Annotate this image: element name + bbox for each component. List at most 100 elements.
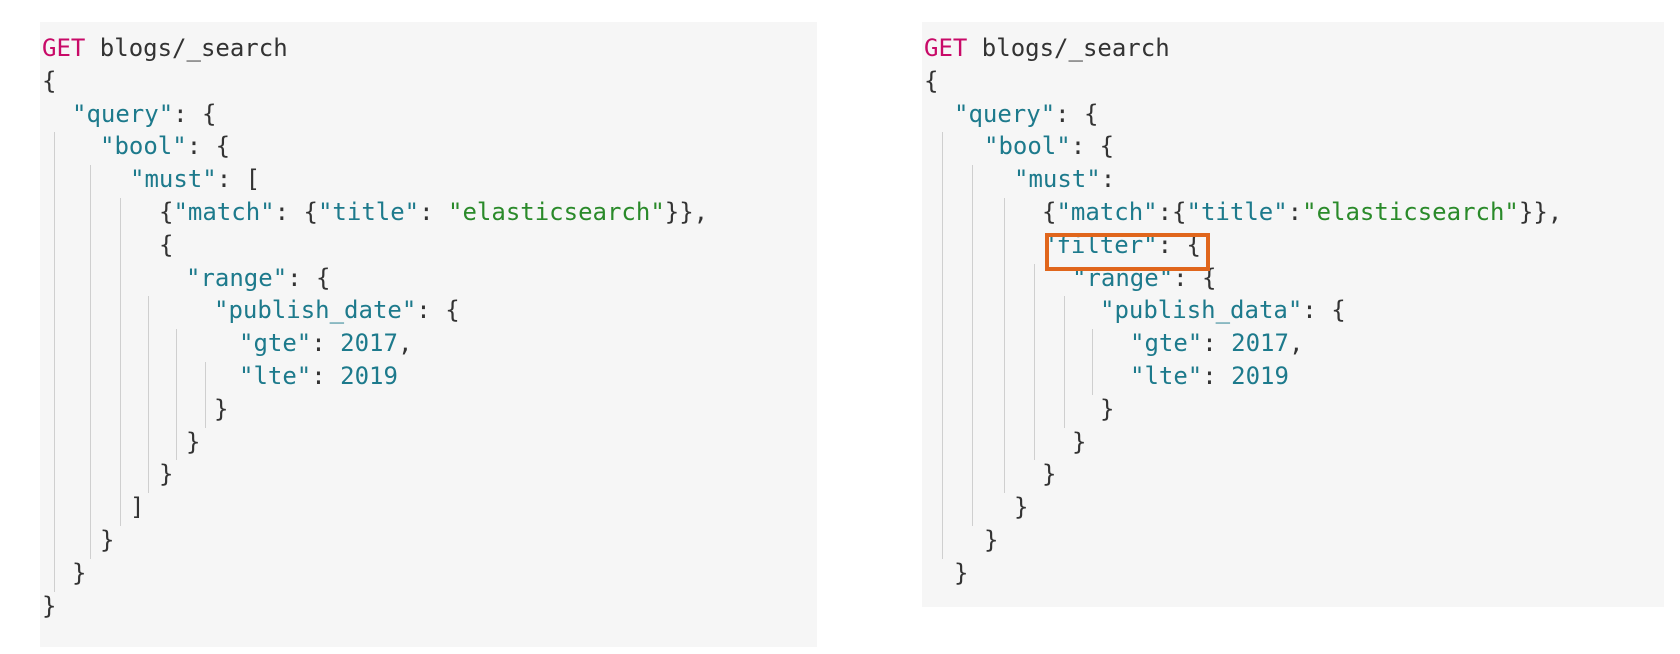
code-token: }: [100, 526, 115, 554]
code-line: GET blogs/_search: [42, 32, 288, 64]
code-token: :: [311, 329, 341, 358]
code-token: 2019: [340, 362, 398, 390]
code-token: "match": [173, 198, 275, 226]
code-line: {"match":{"title":"elasticsearch"}},: [1042, 196, 1562, 228]
code-token: :{: [1157, 198, 1187, 226]
indent-guide: [205, 362, 206, 428]
code-token: : [: [216, 165, 261, 194]
code-token: "must": [130, 165, 217, 194]
indent-guide: [1092, 329, 1093, 395]
code-line: {: [159, 229, 173, 261]
code-token: }: [984, 526, 999, 554]
code-token: "title": [317, 198, 420, 226]
code-token: :: [1100, 165, 1116, 194]
code-token: "query": [72, 99, 174, 128]
code-token: : {: [173, 99, 217, 128]
code-line: }: [214, 393, 228, 425]
code-token: :: [1202, 362, 1232, 390]
indent-guide: [120, 198, 121, 526]
code-token: "bool": [100, 132, 187, 161]
code-token: {: [42, 66, 57, 95]
code-token: "query": [954, 99, 1056, 128]
code-token: : {: [1055, 99, 1099, 128]
code-line: "must":: [1014, 163, 1115, 195]
code-token: }: [954, 558, 969, 587]
code-token: "elasticsearch": [1302, 198, 1519, 226]
code-line: }: [954, 557, 968, 589]
indent-guide: [972, 165, 973, 526]
code-token: }: [42, 591, 57, 620]
code-token: : {: [186, 132, 231, 161]
code-line: GET blogs/_search: [924, 32, 1170, 64]
code-token: : {: [416, 296, 460, 325]
code-token: "gte": [239, 329, 312, 358]
code-token: }: [214, 394, 229, 423]
code-token: blogs/_search: [967, 34, 1170, 62]
code-token: }: [159, 460, 174, 489]
code-line: }: [984, 524, 998, 556]
query-panel-filter: GET blogs/_search{"query": {"bool": {"mu…: [922, 22, 1664, 607]
code-token: "lte": [239, 362, 312, 390]
code-token: "bool": [984, 132, 1071, 161]
indent-guide: [942, 132, 943, 559]
code-token: }: [1100, 394, 1115, 423]
code-line: }: [186, 426, 200, 458]
code-line: }: [72, 557, 86, 589]
code-line: {: [924, 65, 938, 97]
code-token: "must": [1014, 165, 1101, 194]
code-token: "publish_data": [1100, 296, 1303, 325]
code-token: :: [1287, 198, 1303, 226]
code-token: }: [72, 558, 87, 587]
code-token: "gte": [1130, 329, 1203, 358]
code-token: : {: [1070, 132, 1115, 161]
code-token: :: [419, 198, 449, 226]
code-token: :: [1202, 329, 1232, 358]
code-line: "lte": 2019: [1130, 360, 1289, 392]
code-token: 2017: [340, 329, 398, 358]
code-token: : {: [1302, 296, 1346, 325]
code-line: "gte": 2017,: [239, 327, 412, 359]
code-token: }},: [664, 198, 709, 226]
code-token: blogs/_search: [85, 34, 288, 62]
code-line: }: [159, 458, 173, 490]
indent-guide: [90, 165, 91, 559]
query-panel-original: GET blogs/_search{"query": {"bool": {"mu…: [40, 22, 817, 647]
code-line: "bool": {: [984, 130, 1114, 162]
code-token: ,: [397, 329, 413, 358]
code-line: }: [1100, 393, 1114, 425]
indent-guide: [176, 329, 177, 461]
code-token: ]: [130, 493, 145, 522]
code-token: }: [1014, 493, 1029, 522]
code-token: {: [924, 66, 939, 95]
code-line: "publish_data": {: [1100, 294, 1346, 326]
code-token: ,: [1288, 329, 1304, 358]
code-line: }: [42, 590, 56, 622]
code-line: {: [42, 65, 56, 97]
code-line: }: [100, 524, 114, 556]
code-line: "lte": 2019: [239, 360, 398, 392]
code-line: ]: [130, 491, 144, 523]
code-token: "match": [1056, 198, 1158, 226]
code-line: "query": {: [954, 98, 1099, 130]
indent-guide: [54, 132, 55, 592]
code-token: "range": [186, 263, 288, 292]
code-token: GET: [924, 34, 968, 62]
code-token: : {: [274, 198, 318, 226]
code-line: }: [1042, 458, 1056, 490]
indent-guide: [1034, 263, 1035, 461]
code-token: "elasticsearch": [448, 198, 665, 226]
code-token: }: [1042, 460, 1057, 489]
code-line: }: [1072, 426, 1086, 458]
code-token: GET: [42, 34, 86, 62]
indent-guide: [148, 296, 149, 494]
code-token: "title": [1186, 198, 1288, 226]
code-token: "lte": [1130, 362, 1203, 390]
code-line: "bool": {: [100, 130, 230, 162]
filter-clause-highlight: [1045, 233, 1210, 271]
code-line: }: [1014, 491, 1028, 523]
indent-guide: [1064, 296, 1065, 428]
code-line: "must": [: [130, 163, 260, 195]
code-line: "gte": 2017,: [1130, 327, 1303, 359]
code-token: }: [1072, 427, 1087, 456]
code-token: }: [186, 427, 201, 456]
